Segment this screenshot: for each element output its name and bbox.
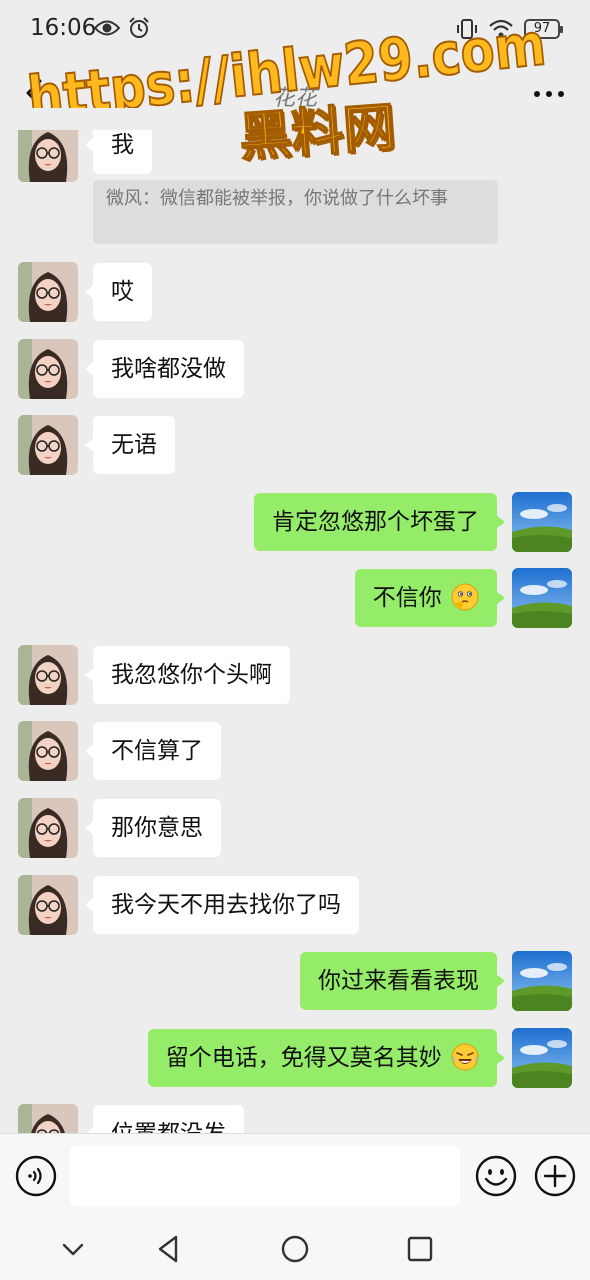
avatar-contact-image: [18, 798, 78, 858]
avatar-contact-image: [18, 415, 78, 475]
quoted-message[interactable]: 微风：微信都能被举报，你说做了什么坏事: [93, 180, 498, 244]
message-bubble[interactable]: 我: [85, 130, 152, 174]
message-row: 那你意思: [0, 798, 590, 858]
avatar-self-image: [512, 568, 572, 628]
recents-square-icon[interactable]: [403, 1232, 437, 1266]
message-row: 我啥都没做: [0, 339, 590, 399]
status-icons-right: 97: [456, 18, 563, 40]
avatar-contact[interactable]: [18, 130, 78, 182]
avatar-contact-image: [18, 1104, 78, 1133]
message-text: 不信你: [372, 585, 442, 611]
avatar-contact[interactable]: [18, 339, 78, 399]
status-bar: 16:06 97: [0, 0, 590, 58]
message-bubble-self[interactable]: 留个电话，免得又莫名其妙: [147, 1029, 506, 1087]
quoted-message-text: 微风：微信都能被举报，你说做了什么坏事: [106, 188, 448, 209]
message-row: 我忽悠你个头啊: [0, 645, 590, 705]
thinking-face-icon: [451, 583, 479, 610]
message-text: 位置都没发: [111, 1121, 226, 1133]
more-icon[interactable]: [532, 80, 566, 108]
message-bubble-self[interactable]: 肯定忽悠那个坏蛋了: [254, 493, 505, 551]
avatar-contact[interactable]: [18, 875, 78, 935]
message-input[interactable]: [70, 1146, 460, 1206]
chat-message-list[interactable]: 我 微风：微信都能被举报，你说做了什么坏事 哎 我啥都没做 无语 肯定忽悠那个坏…: [0, 130, 590, 1133]
chevron-down-icon[interactable]: [56, 1232, 90, 1266]
message-text: 我忽悠你个头啊: [111, 662, 272, 688]
message-bubble[interactable]: 那你意思: [85, 799, 221, 857]
avatar-self[interactable]: [512, 951, 572, 1011]
message-text: 留个电话，免得又莫名其妙: [165, 1045, 442, 1071]
avatar-contact[interactable]: [18, 721, 78, 781]
back-triangle-icon[interactable]: [152, 1232, 186, 1266]
wifi-icon: [489, 19, 513, 38]
avatar-self-image: [512, 951, 572, 1011]
avatar-self[interactable]: [512, 568, 572, 628]
crying-laughing-face-icon: [451, 1043, 479, 1070]
plus-icon[interactable]: [533, 1154, 577, 1198]
avatar-contact-image: [18, 645, 78, 705]
message-text: 我啥都没做: [111, 356, 226, 382]
chat-title: 花花: [272, 86, 317, 111]
message-bubble[interactable]: 我今天不用去找你了吗: [85, 876, 359, 934]
message-row: 你过来看看表现: [0, 951, 590, 1011]
message-text: 不信算了: [111, 738, 203, 764]
message-bubble-self[interactable]: 不信你: [354, 569, 506, 627]
message-row: 哎: [0, 262, 590, 322]
message-row: 无语: [0, 415, 590, 475]
avatar-contact[interactable]: [18, 798, 78, 858]
avatar-self-image: [512, 492, 572, 552]
input-bar: [0, 1133, 590, 1218]
status-time: 16:06: [30, 15, 97, 41]
home-circle-icon[interactable]: [278, 1232, 312, 1266]
message-row: 不信你: [0, 568, 590, 628]
message-row: 我 微风：微信都能被举报，你说做了什么坏事: [0, 130, 590, 250]
message-text: 那你意思: [111, 815, 203, 841]
message-bubble[interactable]: 我啥都没做: [85, 340, 244, 398]
avatar-contact-image: [18, 721, 78, 781]
message-bubble[interactable]: 哎: [85, 263, 152, 321]
smiley-icon[interactable]: [474, 1154, 518, 1198]
alarm-icon: [129, 17, 149, 38]
chat-header: 花花: [0, 58, 590, 130]
message-bubble[interactable]: 不信算了: [85, 722, 221, 780]
message-row: 留个电话，免得又莫名其妙: [0, 1028, 590, 1088]
battery-level: 97: [533, 21, 551, 36]
message-row: 位置都没发: [0, 1104, 590, 1133]
message-bubble-self[interactable]: 你过来看看表现: [300, 952, 505, 1010]
message-text: 哎: [111, 279, 134, 305]
message-text: 你过来看看表现: [318, 968, 479, 994]
message-text: 肯定忽悠那个坏蛋了: [272, 509, 479, 535]
avatar-contact-image: [18, 875, 78, 935]
message-row: 我今天不用去找你了吗: [0, 875, 590, 935]
avatar-contact[interactable]: [18, 262, 78, 322]
message-bubble[interactable]: 位置都没发: [85, 1105, 244, 1133]
avatar-self[interactable]: [512, 492, 572, 552]
avatar-contact-image: [18, 262, 78, 322]
voice-icon[interactable]: [14, 1154, 58, 1198]
battery-icon: 97: [524, 19, 563, 39]
avatar-contact-image: [18, 339, 78, 399]
message-text: 我: [111, 132, 134, 158]
eye-icon: [94, 20, 120, 36]
status-icons-left: [94, 17, 150, 39]
message-bubble[interactable]: 我忽悠你个头啊: [85, 646, 290, 704]
message-row: 不信算了: [0, 721, 590, 781]
avatar-contact-image: [18, 130, 78, 182]
message-text: 我今天不用去找你了吗: [111, 892, 341, 918]
message-text: 无语: [111, 432, 157, 458]
vibrate-icon: [457, 19, 477, 39]
system-nav-bar: [0, 1218, 590, 1280]
avatar-contact[interactable]: [18, 645, 78, 705]
avatar-self[interactable]: [512, 1028, 572, 1088]
message-row: 肯定忽悠那个坏蛋了: [0, 492, 590, 552]
avatar-contact[interactable]: [18, 1104, 78, 1133]
avatar-contact[interactable]: [18, 415, 78, 475]
avatar-self-image: [512, 1028, 572, 1088]
message-bubble[interactable]: 无语: [85, 416, 175, 474]
